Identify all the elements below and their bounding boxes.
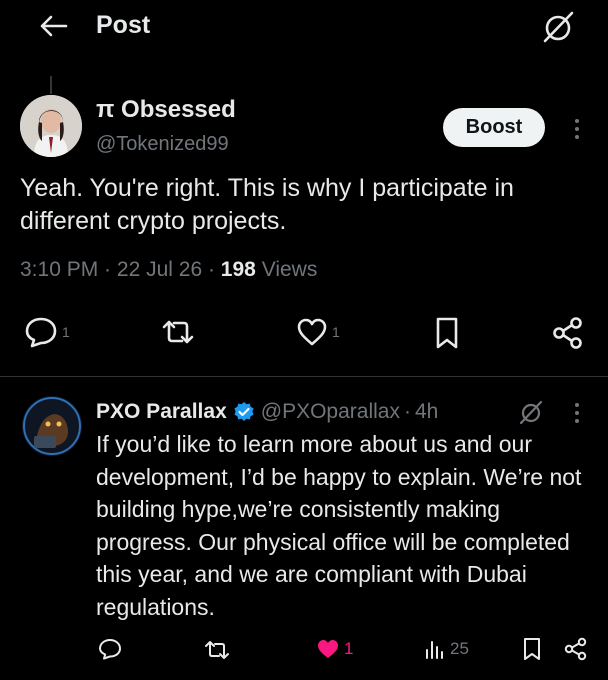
avatar[interactable] (20, 95, 82, 157)
grok-button[interactable] (538, 8, 578, 46)
like-button[interactable]: 1 (316, 638, 353, 660)
thread-connector (50, 76, 52, 94)
divider (0, 376, 608, 377)
bookmark-button[interactable] (522, 637, 542, 661)
heart-icon (297, 318, 327, 346)
share-icon (564, 637, 587, 661)
grok-icon (543, 11, 574, 43)
post-text: Yeah. You're right. This is why I partic… (20, 174, 514, 235)
verified-badge-icon (233, 401, 255, 423)
reply-count: 1 (62, 324, 70, 340)
reply-button[interactable] (98, 638, 126, 660)
repost-icon (205, 641, 229, 659)
post-actions: 1 1 (0, 310, 608, 354)
share-button[interactable] (564, 637, 588, 661)
analytics-icon (426, 641, 443, 659)
reply-author-handle[interactable]: @PXOparallax (261, 400, 400, 424)
separator-dot: · (403, 400, 411, 423)
reply-header: PXO Parallax @PXOparallax · 4h (96, 398, 438, 426)
reply-actions: 1 25 (0, 632, 608, 666)
grok-icon (519, 400, 543, 425)
reply-icon (99, 639, 121, 660)
bookmark-button[interactable] (434, 316, 460, 350)
like-button[interactable]: 1 (296, 317, 340, 347)
author-name[interactable]: π Obsessed (96, 96, 236, 124)
reply-button[interactable]: 1 (24, 316, 70, 348)
views-label: Views (261, 258, 318, 281)
profile-photo (20, 95, 82, 157)
bookmark-icon (524, 638, 540, 660)
heart-filled-icon (318, 640, 338, 658)
repost-button[interactable] (160, 318, 200, 346)
post-meta: 3:10 PM · 22 Jul 26 · 198 Views (20, 258, 318, 281)
more-options-button[interactable] (570, 116, 584, 142)
author-handle[interactable]: @Tokenized99 (96, 133, 229, 156)
reply-time[interactable]: 4h (415, 400, 438, 424)
share-button[interactable] (552, 316, 584, 350)
post-date[interactable]: 22 Jul 26 (117, 258, 202, 281)
repost-button[interactable] (204, 640, 234, 660)
bookmark-icon (436, 317, 458, 349)
like-count: 1 (332, 324, 340, 340)
repost-icon (162, 320, 194, 344)
views-button[interactable]: 25 (424, 638, 469, 660)
top-bar: Post (0, 0, 608, 52)
more-options-button[interactable] (570, 400, 584, 426)
back-button[interactable] (36, 10, 70, 42)
share-icon (553, 317, 582, 349)
grok-button[interactable] (516, 398, 546, 426)
page-title: Post (96, 11, 151, 39)
boost-button[interactable]: Boost (443, 108, 545, 147)
profile-photo (22, 396, 82, 456)
views-count: 198 (220, 258, 256, 281)
reply-icon (25, 317, 57, 348)
reply-author-name[interactable]: PXO Parallax (96, 400, 227, 424)
more-dots-icon (575, 119, 579, 123)
like-count: 1 (344, 639, 354, 658)
more-dots-icon (575, 403, 579, 407)
reply-text: If you’d like to learn more about us and… (96, 431, 582, 620)
arrow-left-icon (40, 15, 68, 37)
post-time[interactable]: 3:10 PM (20, 258, 98, 281)
reply-avatar[interactable] (22, 396, 82, 456)
views-count: 25 (450, 639, 469, 658)
